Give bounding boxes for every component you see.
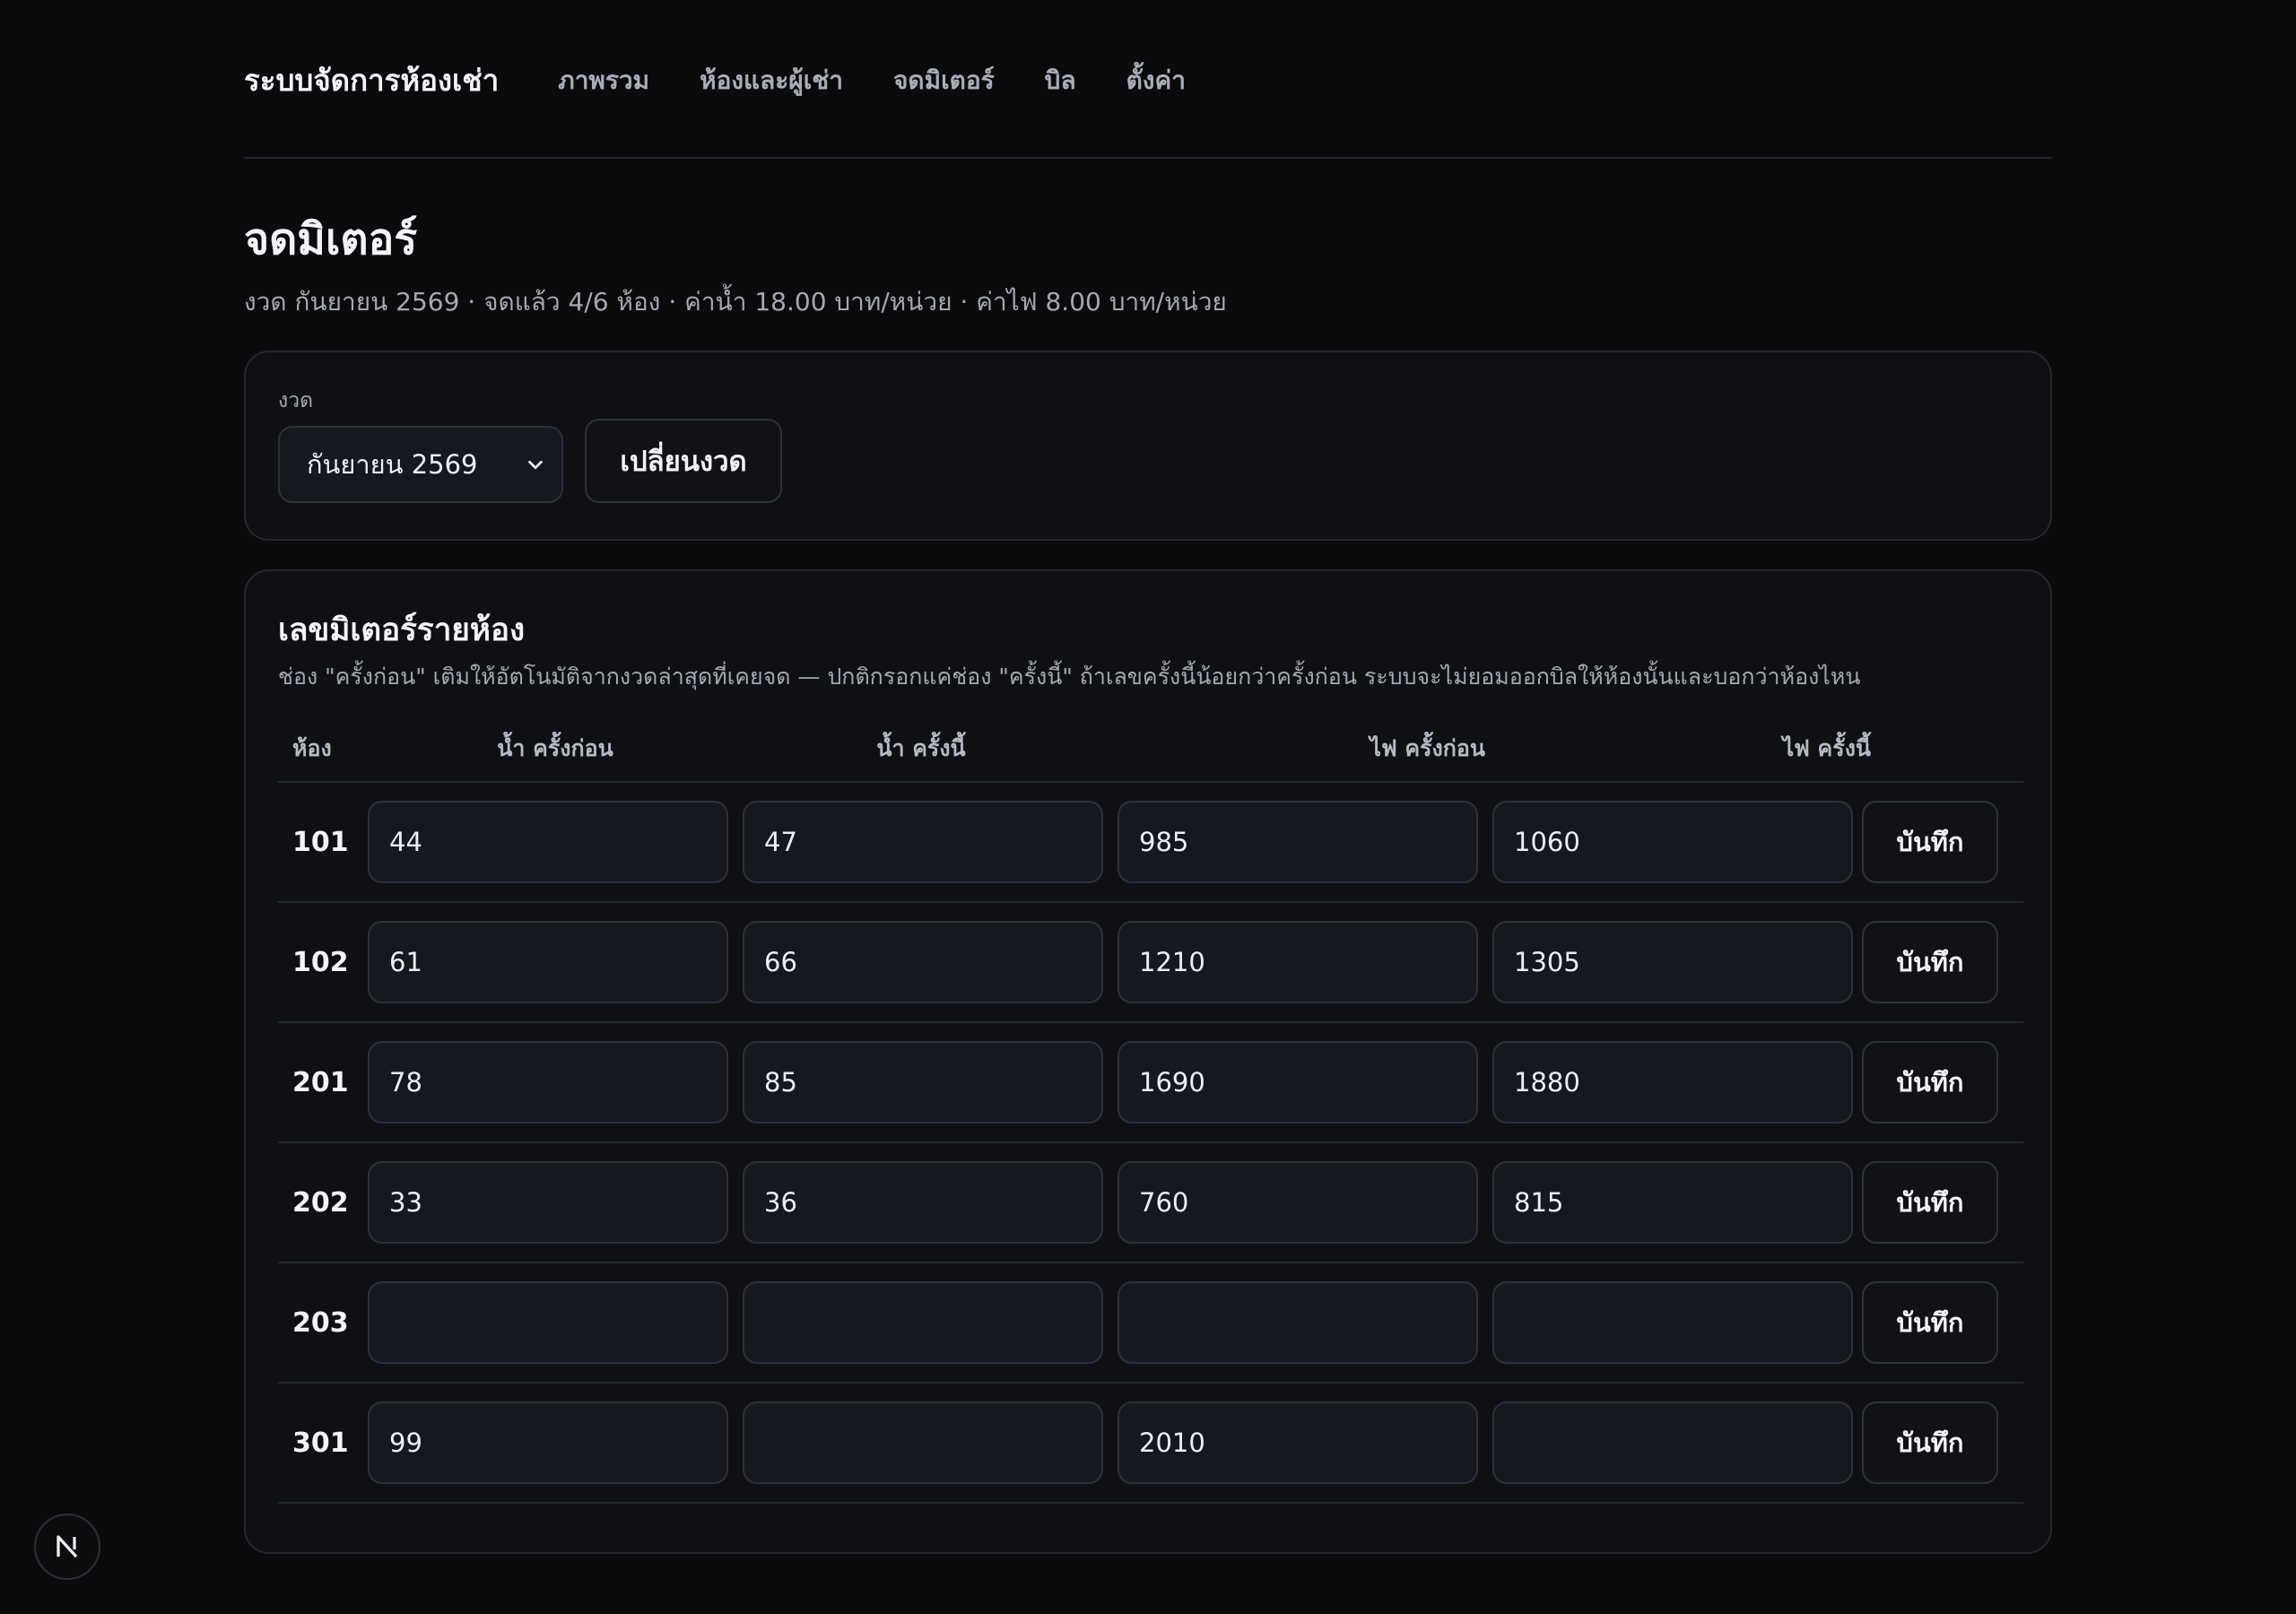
column-header-water-prev: น้ำ ครั้งก่อน — [497, 735, 613, 761]
table-row: 301 บันทึก — [278, 1384, 2023, 1504]
change-period-button[interactable]: เปลี่ยนงวด — [585, 419, 782, 503]
period-label: งวด — [278, 389, 314, 412]
nav-link-rooms-tenants[interactable]: ห้องและผู้เช่า — [700, 61, 843, 100]
electric-current-input[interactable] — [1492, 921, 1853, 1003]
water-prev-input[interactable] — [368, 921, 728, 1003]
period-card: งวด กันยายน 2569 เปลี่ยนงวด — [244, 351, 2052, 541]
column-header-water-cur: น้ำ ครั้งนี้ — [876, 735, 966, 761]
water-current-input[interactable] — [743, 921, 1103, 1003]
electric-prev-input[interactable] — [1118, 1161, 1478, 1244]
nav-link-settings[interactable]: ตั้งค่า — [1126, 61, 1186, 100]
electric-current-input[interactable] — [1492, 1041, 1853, 1124]
nav-link-meter-reading[interactable]: จดมิเตอร์ — [893, 61, 995, 100]
column-header-elec-cur: ไฟ ครั้งนี้ — [1782, 735, 1871, 761]
column-header-room: ห้อง — [292, 735, 332, 761]
save-button[interactable]: บันทึก — [1862, 1161, 1998, 1244]
room-number: 301 — [292, 1427, 349, 1459]
water-current-input[interactable] — [743, 1401, 1103, 1484]
meter-table: ห้อง น้ำ ครั้งก่อน น้ำ ครั้งนี้ ไฟ ครั้ง… — [278, 716, 2023, 1504]
water-prev-input[interactable] — [368, 801, 728, 883]
electric-prev-input[interactable] — [1118, 801, 1478, 883]
page: ระบบจัดการห้องเช่า ภาพรวม ห้องและผู้เช่า… — [244, 0, 2052, 1554]
room-number: 102 — [292, 946, 349, 978]
save-button[interactable]: บันทึก — [1862, 1281, 1998, 1364]
save-button[interactable]: บันทึก — [1862, 801, 1998, 883]
top-navigation: ระบบจัดการห้องเช่า ภาพรวม ห้องและผู้เช่า… — [244, 0, 2052, 159]
water-current-input[interactable] — [743, 1281, 1103, 1364]
save-button[interactable]: บันทึก — [1862, 1401, 1998, 1484]
save-button[interactable]: บันทึก — [1862, 921, 1998, 1003]
period-select[interactable]: กันยายน 2569 — [278, 426, 563, 503]
room-number: 203 — [292, 1306, 349, 1339]
section-title: เลขมิเตอร์รายห้อง — [278, 612, 526, 648]
nav-link-bills[interactable]: บิล — [1045, 61, 1076, 100]
water-prev-input[interactable] — [368, 1281, 728, 1364]
table-row: 203 บันทึก — [278, 1263, 2023, 1384]
page-title: จดมิเตอร์ — [244, 214, 418, 265]
column-header-elec-prev: ไฟ ครั้งก่อน — [1370, 735, 1485, 761]
water-current-input[interactable] — [743, 1041, 1103, 1124]
table-header: ห้อง น้ำ ครั้งก่อน น้ำ ครั้งนี้ ไฟ ครั้ง… — [278, 716, 2023, 783]
electric-prev-input[interactable] — [1118, 1401, 1478, 1484]
electric-current-input[interactable] — [1492, 1281, 1853, 1364]
water-prev-input[interactable] — [368, 1041, 728, 1124]
chevron-down-icon — [528, 460, 543, 470]
nav-link-overview[interactable]: ภาพรวม — [558, 61, 649, 100]
electric-current-input[interactable] — [1492, 1161, 1853, 1244]
room-number: 202 — [292, 1186, 349, 1219]
section-description: ช่อง "ครั้งก่อน" เติมให้อัตโนมัติจากงวดล… — [278, 664, 1861, 690]
page-subtitle: งวด กันยายน 2569 · จดแล้ว 4/6 ห้อง · ค่า… — [244, 287, 1227, 317]
water-prev-input[interactable] — [368, 1161, 728, 1244]
app-brand[interactable]: ระบบจัดการห้องเช่า — [244, 56, 499, 104]
electric-current-input[interactable] — [1492, 801, 1853, 883]
nextjs-badge[interactable] — [34, 1514, 100, 1580]
electric-prev-input[interactable] — [1118, 1041, 1478, 1124]
period-select-value: กันยายน 2569 — [307, 449, 478, 480]
period-controls: กันยายน 2569 เปลี่ยนงวด — [278, 419, 2018, 503]
room-number: 201 — [292, 1066, 349, 1098]
table-row: 101 บันทึก — [278, 783, 2023, 903]
meter-readings-card: เลขมิเตอร์รายห้อง ช่อง "ครั้งก่อน" เติมใ… — [244, 569, 2052, 1554]
save-button[interactable]: บันทึก — [1862, 1041, 1998, 1124]
table-body: 101 บันทึก 102 บันทึก 201 บันทึก 202 บัน… — [278, 783, 2023, 1504]
table-row: 102 บันทึก — [278, 903, 2023, 1023]
water-prev-input[interactable] — [368, 1401, 728, 1484]
nextjs-logo-icon — [57, 1535, 78, 1558]
table-row: 202 บันทึก — [278, 1143, 2023, 1263]
room-number: 101 — [292, 826, 349, 858]
water-current-input[interactable] — [743, 1161, 1103, 1244]
water-current-input[interactable] — [743, 801, 1103, 883]
electric-prev-input[interactable] — [1118, 1281, 1478, 1364]
electric-prev-input[interactable] — [1118, 921, 1478, 1003]
table-row: 201 บันทึก — [278, 1023, 2023, 1143]
electric-current-input[interactable] — [1492, 1401, 1853, 1484]
